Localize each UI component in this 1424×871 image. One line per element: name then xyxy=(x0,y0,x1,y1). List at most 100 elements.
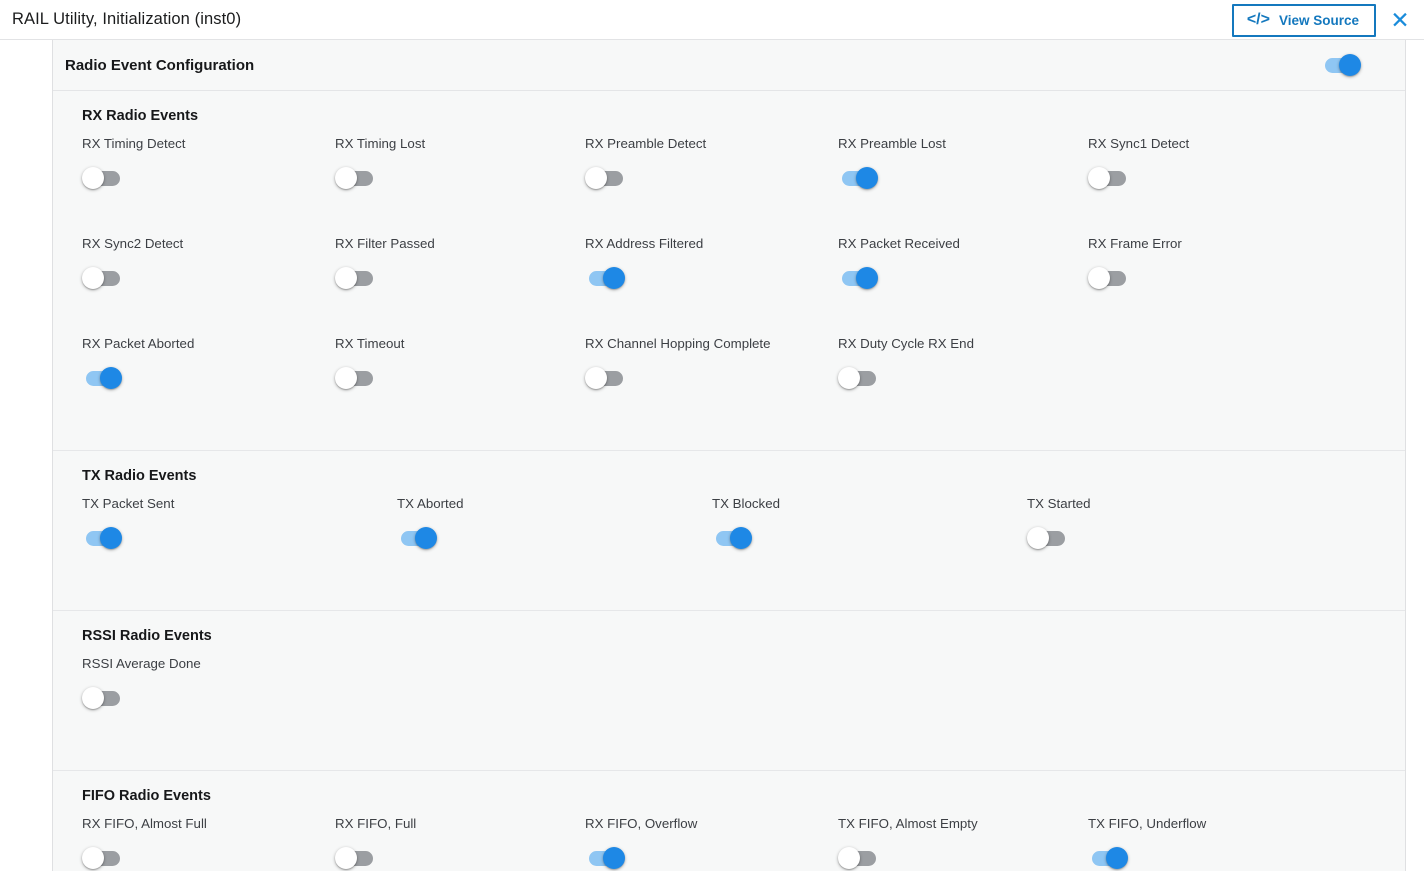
titlebar-actions: </> View Source ✕ xyxy=(1231,0,1424,40)
event-cell-rx-address-filtered: RX Address Filtered xyxy=(585,236,703,294)
toggle-knob xyxy=(856,267,878,289)
toggle-knob xyxy=(335,167,357,189)
section-grid: RSSI Average Done xyxy=(53,644,1405,770)
event-cell-rx-fifo-overflow: RX FIFO, Overflow xyxy=(585,816,697,871)
event-label: RX Timing Lost xyxy=(335,136,426,151)
toggle-knob xyxy=(335,847,357,869)
sections-container: RX Radio Events RX Timing Detect RX Timing… xyxy=(53,91,1405,871)
toggle-knob xyxy=(82,167,104,189)
toggle-knob xyxy=(335,267,357,289)
event-row: RX Sync2 Detect RX Filter Passed RX Addres… xyxy=(53,236,1405,336)
event-toggle-rx-fifo-overflow[interactable] xyxy=(585,847,625,869)
event-toggle-rx-sync1-detect[interactable] xyxy=(1088,167,1128,189)
window-titlebar: RAIL Utility, Initialization (inst0) </>… xyxy=(0,0,1424,40)
event-label: RX Address Filtered xyxy=(585,236,704,251)
event-row: RX Timing Detect RX Timing Lost RX Preambl… xyxy=(53,136,1405,236)
close-button[interactable]: ✕ xyxy=(1376,0,1424,40)
event-cell-tx-started: TX Started xyxy=(1027,496,1091,554)
event-toggle-tx-blocked[interactable] xyxy=(712,527,752,549)
event-toggle-rx-packet-received[interactable] xyxy=(838,267,878,289)
event-toggle-rx-sync2-detect[interactable] xyxy=(82,267,122,289)
event-toggle-rx-fifo-almost-full[interactable] xyxy=(82,847,122,869)
event-cell-rx-timing-lost: RX Timing Lost xyxy=(335,136,425,194)
toggle-knob xyxy=(585,167,607,189)
event-row: TX Packet Sent TX Aborted TX Blocked TX Sta… xyxy=(53,496,1405,588)
event-cell-rx-preamble-detect: RX Preamble Detect xyxy=(585,136,706,194)
event-toggle-tx-fifo-underflow[interactable] xyxy=(1088,847,1128,869)
event-toggle-rx-address-filtered[interactable] xyxy=(585,267,625,289)
toggle-knob xyxy=(585,367,607,389)
view-source-button[interactable]: </> View Source xyxy=(1231,3,1376,37)
event-cell-rx-sync1-detect: RX Sync1 Detect xyxy=(1088,136,1189,194)
event-cell-rx-duty-cycle-rx-end: RX Duty Cycle RX End xyxy=(838,336,974,394)
toggle-knob xyxy=(100,527,122,549)
radio-event-configuration-panel: Radio Event Configuration RX Radio Event… xyxy=(52,40,1406,871)
toggle-knob xyxy=(82,267,104,289)
event-toggle-rx-timing-detect[interactable] xyxy=(82,167,122,189)
close-icon: ✕ xyxy=(1390,6,1410,33)
event-cell-tx-fifo-underflow: TX FIFO, Underflow xyxy=(1088,816,1206,871)
toggle-knob xyxy=(856,167,878,189)
toggle-knob xyxy=(1088,267,1110,289)
section-rx-radio-events: RX Radio Events RX Timing Detect RX Timing… xyxy=(53,91,1405,451)
toggle-knob xyxy=(603,847,625,869)
event-label: RX Sync1 Detect xyxy=(1088,136,1190,151)
event-label: RSSI Average Done xyxy=(82,656,201,671)
event-toggle-rx-filter-passed[interactable] xyxy=(335,267,375,289)
event-toggle-rx-preamble-detect[interactable] xyxy=(585,167,625,189)
panel-title: Radio Event Configuration xyxy=(65,56,255,74)
event-row: RSSI Average Done xyxy=(53,656,1405,748)
section-title: TX Radio Events xyxy=(82,468,197,484)
event-cell-rx-filter-passed: RX Filter Passed xyxy=(335,236,435,294)
toggle-knob xyxy=(1027,527,1049,549)
event-label: TX Packet Sent xyxy=(82,496,175,511)
event-toggle-rx-packet-aborted[interactable] xyxy=(82,367,122,389)
section-title: FIFO Radio Events xyxy=(82,788,211,804)
event-toggle-rx-preamble-lost[interactable] xyxy=(838,167,878,189)
event-toggle-rx-duty-cycle-rx-end[interactable] xyxy=(838,367,878,389)
code-icon: </> xyxy=(1246,11,1270,28)
section-tx-radio-events: TX Radio Events TX Packet Sent TX Aborted T… xyxy=(53,451,1405,611)
event-label: TX Started xyxy=(1027,496,1091,511)
event-toggle-rx-timeout[interactable] xyxy=(335,367,375,389)
event-label: RX FIFO, Overflow xyxy=(585,816,698,831)
event-label: RX FIFO, Almost Full xyxy=(82,816,207,831)
event-label: RX Filter Passed xyxy=(335,236,435,251)
panel-enable-toggle[interactable] xyxy=(1321,54,1361,76)
event-cell-rssi-average-done: RSSI Average Done xyxy=(82,656,201,714)
event-label: RX Timing Detect xyxy=(82,136,186,151)
event-label: RX Channel Hopping Complete xyxy=(585,336,771,351)
toggle-knob xyxy=(1088,167,1110,189)
section-rssi-radio-events: RSSI Radio Events RSSI Average Done xyxy=(53,611,1405,771)
event-label: TX Aborted xyxy=(397,496,464,511)
toggle-knob xyxy=(603,267,625,289)
panel-wrapper: Radio Event Configuration RX Radio Event… xyxy=(0,40,1424,871)
event-toggle-rx-fifo-full[interactable] xyxy=(335,847,375,869)
toggle-knob xyxy=(1106,847,1128,869)
event-cell-rx-preamble-lost: RX Preamble Lost xyxy=(838,136,946,194)
view-source-label: View Source xyxy=(1278,12,1359,28)
event-label: RX Packet Aborted xyxy=(82,336,195,351)
event-row: RX FIFO, Almost Full RX FIFO, Full RX FIFO… xyxy=(53,816,1405,871)
section-title: RX Radio Events xyxy=(82,108,199,124)
event-toggle-tx-packet-sent[interactable] xyxy=(82,527,122,549)
event-label: RX Preamble Detect xyxy=(585,136,707,151)
event-toggle-tx-fifo-almost-empty[interactable] xyxy=(838,847,878,869)
event-toggle-rssi-average-done[interactable] xyxy=(82,687,122,709)
event-label: TX Blocked xyxy=(712,496,780,511)
event-cell-rx-packet-aborted: RX Packet Aborted xyxy=(82,336,194,394)
section-grid: RX Timing Detect RX Timing Lost RX Preambl… xyxy=(53,124,1405,450)
event-cell-tx-fifo-almost-empty: TX FIFO, Almost Empty xyxy=(838,816,978,871)
section-grid: TX Packet Sent TX Aborted TX Blocked TX Sta… xyxy=(53,484,1405,610)
event-cell-rx-timing-detect: RX Timing Detect xyxy=(82,136,185,194)
event-toggle-rx-timing-lost[interactable] xyxy=(335,167,375,189)
event-toggle-tx-aborted[interactable] xyxy=(397,527,437,549)
toggle-knob xyxy=(335,367,357,389)
event-cell-rx-sync2-detect: RX Sync2 Detect xyxy=(82,236,183,294)
toggle-knob xyxy=(838,367,860,389)
event-toggle-rx-frame-error[interactable] xyxy=(1088,267,1128,289)
event-cell-tx-blocked: TX Blocked xyxy=(712,496,780,554)
event-toggle-rx-channel-hopping-complete[interactable] xyxy=(585,367,625,389)
section-fifo-radio-events: FIFO Radio Events RX FIFO, Almost Full RX … xyxy=(53,771,1405,871)
event-toggle-tx-started[interactable] xyxy=(1027,527,1067,549)
